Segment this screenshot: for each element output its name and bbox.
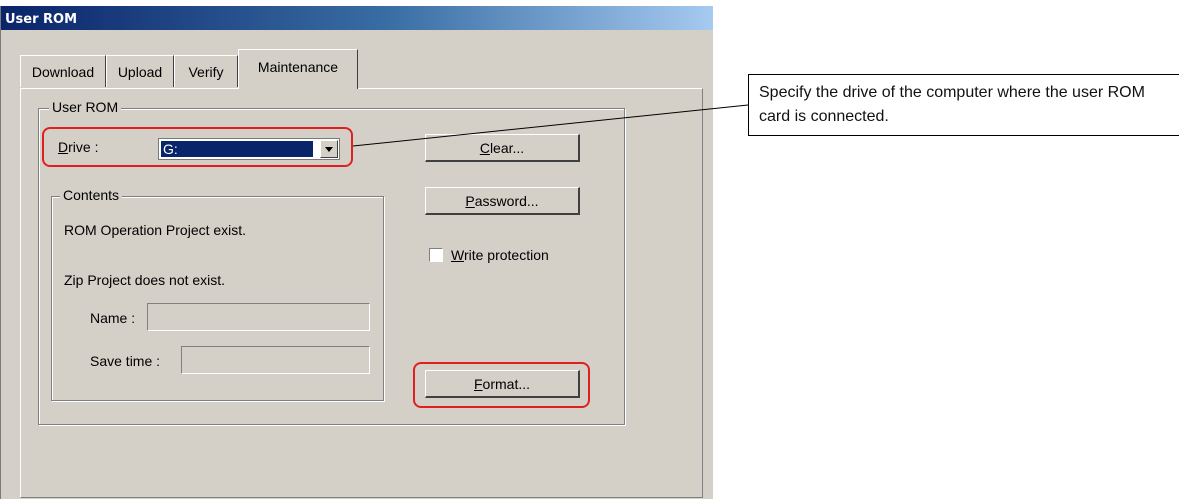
save-time-field[interactable] [181,346,370,374]
write-protection-checkbox[interactable] [429,248,443,262]
window-title: User ROM [5,12,78,27]
tab-upload-label: Upload [117,64,163,80]
contents-legend: Contents [60,187,123,203]
write-protection-label[interactable]: Write protection [451,247,549,263]
tab-download-label: Download [31,64,95,80]
title-bar[interactable]: User ROM [1,6,713,30]
password-button[interactable]: Password... [425,187,580,215]
tab-maintenance-label: Maintenance [257,59,339,75]
tab-verify-label: Verify [188,64,224,80]
tab-maintenance[interactable]: Maintenance [238,49,358,89]
zip-status-text: Zip Project does not exist. [64,272,226,288]
callout-box: Specify the drive of the computer where … [748,74,1179,136]
drive-highlight [42,127,353,167]
save-time-label: Save time : [90,353,161,369]
name-label: Name : [90,310,136,326]
format-highlight [413,362,590,408]
tab-upload[interactable]: Upload [106,55,174,87]
clear-button[interactable]: Clear... [425,134,580,162]
user-rom-legend: User ROM [49,99,122,115]
tab-download[interactable]: Download [20,55,106,87]
tab-verify[interactable]: Verify [174,55,238,87]
callout-text: Specify the drive of the computer where … [759,84,1145,125]
rom-status-text: ROM Operation Project exist. [64,222,247,238]
name-field[interactable] [147,303,370,331]
